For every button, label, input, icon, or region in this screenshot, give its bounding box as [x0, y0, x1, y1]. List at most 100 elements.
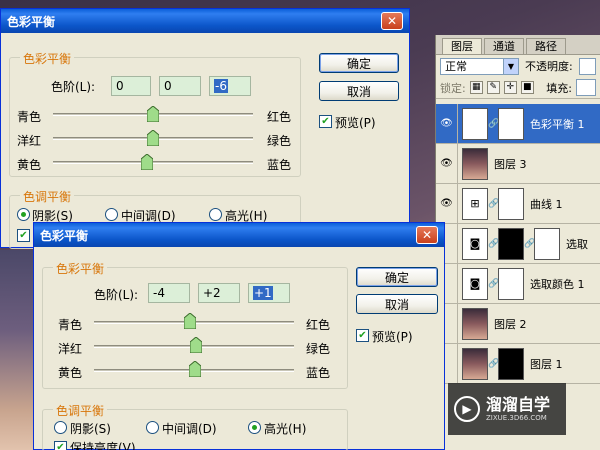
layer-row[interactable]: 👁 图层 3 — [436, 143, 600, 184]
slider-right-label: 蓝色 — [267, 158, 292, 172]
layer-thumb — [462, 347, 488, 380]
layers-tabs: 图层 通道 路径 — [436, 35, 600, 55]
eye-icon[interactable]: 👁 — [436, 103, 458, 144]
slider-thumb[interactable] — [189, 336, 203, 354]
dialog-title: 色彩平衡 — [40, 228, 89, 243]
chain-icon: 🔗 — [488, 358, 500, 369]
slider-track[interactable] — [53, 161, 253, 164]
level-cyan-red-input[interactable]: 0 — [111, 76, 151, 96]
layer-name: 曲线 1 — [530, 197, 563, 211]
slider-thumb[interactable] — [146, 105, 160, 123]
dialog-titlebar[interactable]: 色彩平衡 ✕ — [34, 223, 444, 247]
level-yellow-blue-input[interactable]: +1 — [248, 283, 290, 303]
radio-label: 中间调(D) — [162, 422, 217, 436]
slider-left-label: 黄色 — [17, 158, 42, 172]
radio-midtones[interactable] — [146, 421, 159, 434]
tab-paths[interactable]: 路径 — [526, 38, 566, 54]
play-logo-icon: ▶ — [454, 396, 480, 422]
blend-mode-value: 正常 — [445, 60, 467, 73]
color-balance-dialog-front: 色彩平衡 ✕ 色彩平衡 色阶(L): -4 +2 +1 青色 红色 洋红 绿色 … — [33, 222, 445, 450]
lock-image-icon[interactable]: ✎ — [486, 81, 500, 94]
layer-row[interactable]: 图层 2 — [436, 303, 600, 344]
opacity-label: 不透明度: — [525, 60, 573, 73]
level-magenta-green-input[interactable]: +2 — [198, 283, 240, 303]
chain-icon: 🔗 — [524, 238, 536, 249]
slider-thumb[interactable] — [140, 153, 154, 171]
layer-row[interactable]: ◙ 🔗 选取颜色 1 — [436, 263, 600, 304]
lock-all-icon[interactable]: ■ — [520, 81, 534, 94]
group-title: 色彩平衡 — [53, 260, 108, 277]
preview-checkbox[interactable]: ✔ — [319, 115, 332, 128]
level-magenta-green-input[interactable]: 0 — [159, 76, 201, 96]
selective-color-thumb-icon: ◙ — [462, 227, 488, 260]
watermark-text-block: 溜溜自学 ZIXUE.3D66.COM — [486, 396, 550, 423]
slider-thumb[interactable] — [188, 360, 202, 378]
layer-row[interactable]: 👁 ◭ 🔗 色彩平衡 1 — [436, 103, 600, 144]
preserve-luminosity-label: 保持亮度(V) — [70, 441, 136, 450]
radio-label: 阴影(S) — [70, 422, 111, 436]
layer-name: 选取颜色 1 — [530, 277, 585, 291]
ok-button[interactable]: 确定 — [319, 53, 399, 73]
layer-mask-thumb[interactable] — [498, 107, 524, 140]
slider-thumb[interactable] — [146, 129, 160, 147]
levels-label: 色阶(L): — [94, 288, 139, 302]
slider-thumb[interactable] — [183, 312, 197, 330]
layer-thumb — [462, 147, 488, 180]
chain-icon: 🔗 — [488, 278, 500, 289]
radio-highlights[interactable] — [209, 208, 222, 221]
blend-row: 正常 ▼ 不透明度: — [436, 55, 600, 77]
layer-row[interactable]: ◙ 🔗 🔗 选取 — [436, 223, 600, 264]
layer-mask-thumb[interactable] — [498, 267, 524, 300]
layer-row[interactable]: 👁 ⊞ 🔗 曲线 1 — [436, 183, 600, 224]
opacity-input[interactable] — [578, 57, 596, 75]
preserve-luminosity-checkbox[interactable]: ✔ — [54, 441, 67, 450]
close-icon[interactable]: ✕ — [416, 226, 438, 244]
layer-name: 色彩平衡 1 — [530, 117, 585, 131]
tab-layers[interactable]: 图层 — [442, 38, 482, 54]
preview-label: 预览(P) — [335, 116, 376, 130]
cancel-button[interactable]: 取消 — [319, 81, 399, 101]
layer-name: 选取 — [566, 237, 588, 251]
radio-shadows[interactable] — [17, 208, 30, 221]
slider-left-label: 洋红 — [58, 342, 83, 356]
tab-channels[interactable]: 通道 — [484, 38, 524, 54]
layer-name: 图层 2 — [494, 317, 527, 331]
level-yellow-blue-input[interactable]: -6 — [209, 76, 251, 96]
preview-checkbox[interactable]: ✔ — [356, 329, 369, 342]
radio-shadows[interactable] — [54, 421, 67, 434]
radio-label: 高光(H) — [264, 422, 307, 436]
selective-color-thumb-icon: ◙ — [462, 267, 488, 300]
group-title: 色调平衡 — [53, 402, 108, 419]
slider-left-label: 洋红 — [17, 134, 42, 148]
lock-position-icon[interactable]: ✛ — [503, 81, 517, 94]
slider-right-label: 蓝色 — [306, 366, 331, 380]
dialog-titlebar[interactable]: 色彩平衡 ✕ — [1, 9, 409, 33]
layer-mask-thumb[interactable] — [534, 227, 560, 260]
chain-icon: 🔗 — [488, 238, 500, 249]
slider-left-label: 青色 — [17, 110, 42, 124]
layer-mask-thumb[interactable] — [498, 227, 524, 260]
eye-icon[interactable]: 👁 — [436, 143, 458, 184]
layer-mask-thumb[interactable] — [498, 347, 524, 380]
cancel-button[interactable]: 取消 — [356, 294, 438, 314]
close-icon[interactable]: ✕ — [381, 12, 403, 30]
ok-button[interactable]: 确定 — [356, 267, 438, 287]
group-title: 色彩平衡 — [20, 50, 75, 67]
lock-transparency-icon[interactable]: ▦ — [469, 81, 483, 94]
level-cyan-red-input[interactable]: -4 — [148, 283, 190, 303]
preserve-luminosity-checkbox[interactable]: ✔ — [17, 229, 30, 242]
layer-list: 👁 ◭ 🔗 色彩平衡 1 👁 图层 3 👁 ⊞ 🔗 曲线 1 ◙ 🔗 🔗 选取 — [436, 103, 600, 384]
layer-row[interactable]: 🔗 图层 1 — [436, 343, 600, 384]
group-title: 色调平衡 — [20, 188, 75, 205]
lock-row: 锁定: ▦ ✎ ✛ ■ 填充: — [436, 77, 600, 99]
blend-mode-select[interactable]: 正常 ▼ — [440, 57, 519, 75]
layer-name: 图层 1 — [530, 357, 563, 371]
layer-mask-thumb[interactable] — [498, 187, 524, 220]
radio-midtones[interactable] — [105, 208, 118, 221]
fill-input[interactable] — [576, 79, 596, 96]
chevron-down-icon[interactable]: ▼ — [503, 58, 518, 74]
radio-highlights[interactable] — [248, 421, 261, 434]
slider-right-label: 绿色 — [306, 342, 331, 356]
eye-icon[interactable]: 👁 — [436, 183, 458, 224]
chain-icon: 🔗 — [488, 198, 500, 209]
